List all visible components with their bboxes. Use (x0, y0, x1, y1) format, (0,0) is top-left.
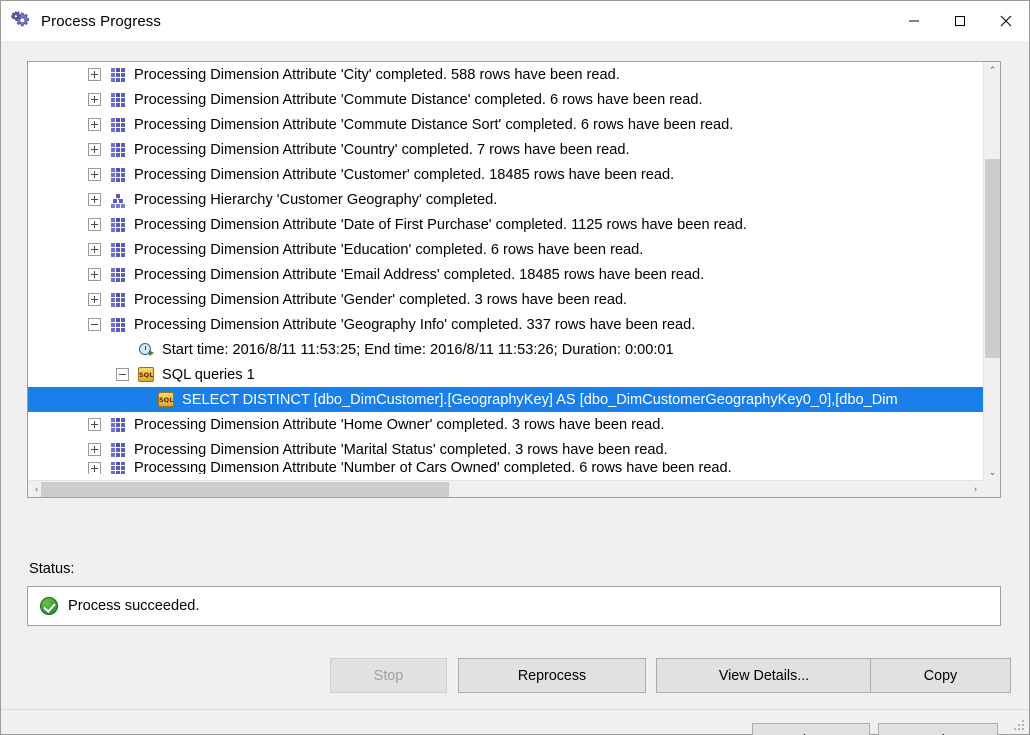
attribute-icon (110, 442, 126, 458)
hierarchy-icon (110, 192, 126, 208)
attribute-icon (110, 462, 126, 474)
horizontal-scroll-thumb[interactable] (41, 482, 449, 497)
copy-button[interactable]: Copy (870, 658, 1011, 693)
tree-row-label: Processing Dimension Attribute 'Geograph… (134, 316, 696, 333)
tree-row-label: Processing Dimension Attribute 'Commute … (134, 91, 703, 108)
tree-row-label: Processing Dimension Attribute 'Commute … (134, 116, 734, 133)
tree-row-label: Processing Dimension Attribute 'City' co… (134, 66, 620, 83)
tree-row[interactable]: Processing Dimension Attribute 'Customer… (28, 162, 984, 187)
help-button[interactable]: Help (878, 723, 998, 735)
collapse-icon[interactable] (116, 368, 129, 381)
tree-row-label: Processing Dimension Attribute 'Educatio… (134, 241, 644, 258)
progress-tree[interactable]: Processing Dimension Attribute 'City' co… (28, 62, 984, 481)
tree-row-label: Processing Dimension Attribute 'Date of … (134, 216, 747, 233)
tree-row[interactable]: Processing Dimension Attribute 'Commute … (28, 112, 984, 137)
expand-icon[interactable] (88, 462, 101, 474)
scroll-down-button[interactable]: ⌄ (984, 464, 1000, 481)
tree-row-label: SELECT DISTINCT [dbo_DimCustomer].[Geogr… (182, 391, 898, 408)
title-bar: Process Progress (1, 1, 1029, 41)
close-dialog-button[interactable]: Close (752, 723, 870, 735)
tree-row[interactable]: Processing Dimension Attribute 'Country'… (28, 137, 984, 162)
expand-icon[interactable] (88, 418, 101, 431)
sql-icon (138, 367, 154, 382)
tree-row[interactable]: Start time: 2016/8/11 11:53:25; End time… (28, 337, 984, 362)
maximize-button[interactable] (937, 1, 983, 41)
tree-row[interactable]: Processing Dimension Attribute 'Marital … (28, 437, 984, 462)
attribute-icon (110, 142, 126, 158)
reprocess-button[interactable]: Reprocess (458, 658, 646, 693)
sql-icon (158, 392, 174, 407)
attribute-icon (110, 167, 126, 183)
tree-row[interactable]: Processing Dimension Attribute 'City' co… (28, 62, 984, 87)
attribute-icon (110, 267, 126, 283)
stop-button[interactable]: Stop (330, 658, 447, 693)
tree-row-label: Processing Dimension Attribute 'Customer… (134, 166, 675, 183)
window-controls (891, 1, 1029, 41)
expand-icon[interactable] (88, 118, 101, 131)
expand-icon[interactable] (88, 193, 101, 206)
expand-icon[interactable] (88, 68, 101, 81)
process-progress-window: Process Progress Processing Dimension At… (0, 0, 1030, 735)
close-button[interactable] (983, 1, 1029, 41)
footer-divider (1, 709, 1029, 710)
resize-grip[interactable] (1014, 720, 1026, 732)
tree-row-selected[interactable]: SELECT DISTINCT [dbo_DimCustomer].[Geogr… (28, 387, 984, 412)
attribute-icon (110, 117, 126, 133)
view-details-button[interactable]: View Details... (656, 658, 872, 693)
tree-row-label: Start time: 2016/8/11 11:53:25; End time… (162, 341, 674, 358)
tree-row-label: Processing Dimension Attribute 'Number o… (134, 462, 732, 474)
tree-row[interactable]: Processing Hierarchy 'Customer Geography… (28, 187, 984, 212)
expand-icon[interactable] (88, 143, 101, 156)
tree-row-label: Processing Hierarchy 'Customer Geography… (134, 191, 498, 208)
expand-icon[interactable] (88, 443, 101, 456)
clock-icon (138, 342, 154, 358)
collapse-icon[interactable] (88, 318, 101, 331)
attribute-icon (110, 92, 126, 108)
status-box: Process succeeded. (27, 586, 1001, 626)
scroll-up-button[interactable]: ⌃ (984, 62, 1000, 79)
tree-vertical-scrollbar[interactable]: ⌃ ⌄ (983, 62, 1000, 481)
tree-row-label: SQL queries 1 (162, 366, 255, 383)
tree-row[interactable]: Processing Dimension Attribute 'Gender' … (28, 287, 984, 312)
tree-row[interactable]: Processing Dimension Attribute 'Home Own… (28, 412, 984, 437)
scroll-right-button[interactable]: › (967, 481, 984, 497)
status-message: Process succeeded. (68, 598, 200, 614)
tree-horizontal-scrollbar[interactable]: ‹ › (28, 480, 984, 497)
tree-row[interactable]: SQL queries 1 (28, 362, 984, 387)
tree-row[interactable]: Processing Dimension Attribute 'Date of … (28, 212, 984, 237)
vertical-scroll-thumb[interactable] (985, 159, 1000, 358)
attribute-icon (110, 292, 126, 308)
expand-icon[interactable] (88, 168, 101, 181)
expand-icon[interactable] (88, 93, 101, 106)
status-label: Status: (29, 561, 75, 577)
tree-row[interactable]: Processing Dimension Attribute 'Number o… (28, 462, 984, 474)
attribute-icon (110, 417, 126, 433)
tree-row[interactable]: Processing Dimension Attribute 'Email Ad… (28, 262, 984, 287)
expand-icon[interactable] (88, 243, 101, 256)
dialog-body: Processing Dimension Attribute 'City' co… (1, 41, 1029, 735)
expand-icon[interactable] (88, 218, 101, 231)
window-title: Process Progress (41, 12, 161, 30)
gear-icon (11, 10, 33, 32)
minimize-button[interactable] (891, 1, 937, 41)
tree-row-label: Processing Dimension Attribute 'Gender' … (134, 291, 628, 308)
attribute-icon (110, 317, 126, 333)
tree-row-label: Processing Dimension Attribute 'Home Own… (134, 416, 665, 433)
tree-row[interactable]: Processing Dimension Attribute 'Geograph… (28, 312, 984, 337)
scrollbar-corner (983, 480, 1000, 497)
attribute-icon (110, 217, 126, 233)
tree-row-label: Processing Dimension Attribute 'Email Ad… (134, 266, 705, 283)
tree-row-label: Processing Dimension Attribute 'Marital … (134, 441, 668, 458)
expand-icon[interactable] (88, 268, 101, 281)
attribute-icon (110, 242, 126, 258)
progress-tree-panel: Processing Dimension Attribute 'City' co… (27, 61, 1001, 498)
tree-row[interactable]: Processing Dimension Attribute 'Educatio… (28, 237, 984, 262)
success-check-icon (40, 597, 58, 615)
attribute-icon (110, 67, 126, 83)
tree-row[interactable]: Processing Dimension Attribute 'Commute … (28, 87, 984, 112)
tree-row-label: Processing Dimension Attribute 'Country'… (134, 141, 630, 158)
expand-icon[interactable] (88, 293, 101, 306)
